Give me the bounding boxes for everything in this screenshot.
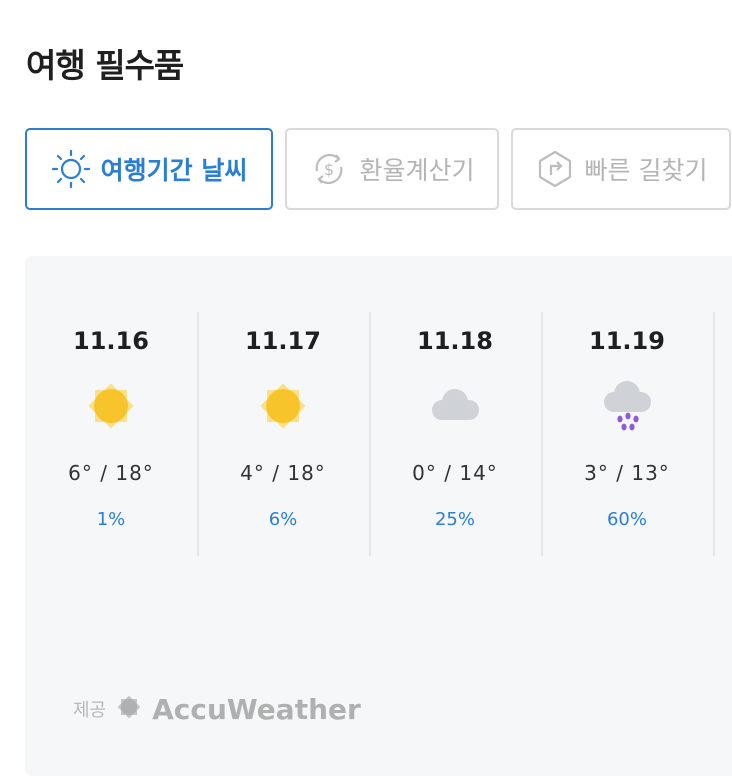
- sunny-icon: [79, 374, 143, 438]
- weather-credit: 제공 AccuWeather: [73, 692, 361, 726]
- svg-text:$: $: [324, 160, 334, 179]
- forecast-rain-chance: 6%: [268, 509, 298, 530]
- tab-label: 빠른 길찾기: [584, 156, 708, 185]
- rain-cloud-icon: [595, 374, 659, 438]
- tab-label: 환율계산기: [359, 156, 475, 185]
- tab-label: 여행기간 날씨: [100, 156, 248, 185]
- weather-panel: 11.16 6° / 18° 1% 11.17 4° / 18° 6% 11.1…: [25, 256, 732, 776]
- page-title: 여행 필수품: [26, 46, 184, 85]
- forecast-date: 11.19: [589, 327, 665, 355]
- currency-exchange-icon: $: [309, 149, 349, 189]
- forecast-day: 11.19 3° / 13° 60%: [541, 312, 715, 556]
- forecast-temp: 4° / 18°: [240, 461, 326, 485]
- credit-brand: AccuWeather: [152, 692, 361, 726]
- forecast-rain-chance: 25%: [434, 509, 475, 530]
- directions-icon: [535, 149, 575, 189]
- forecast-date: 11.16: [73, 327, 149, 355]
- cloudy-icon: [423, 374, 487, 438]
- tab-quick-directions[interactable]: 빠른 길찾기: [511, 128, 731, 210]
- forecast-date: 11.17: [245, 327, 321, 355]
- tab-currency-calculator[interactable]: $ 환율계산기: [285, 128, 499, 210]
- sunny-icon: [251, 374, 315, 438]
- forecast-day: 11.17 4° / 18° 6%: [197, 312, 371, 556]
- forecast-date: 11.18: [417, 327, 493, 355]
- forecast-rain-chance: 1%: [96, 509, 126, 530]
- credit-label: 제공: [73, 700, 107, 721]
- forecast-day: 11.16 6° / 18° 1%: [25, 312, 199, 556]
- forecast-temp: 0° / 14°: [412, 461, 498, 485]
- forecast-temp: 3° / 13°: [584, 461, 670, 485]
- sun-outline-icon: [51, 149, 91, 189]
- forecast-rain-chance: 60%: [606, 509, 647, 530]
- accuweather-logo-icon: [114, 692, 144, 726]
- forecast-day: 11.18 0° / 14° 25%: [369, 312, 543, 556]
- tab-travel-weather[interactable]: 여행기간 날씨: [25, 128, 273, 210]
- forecast-temp: 6° / 18°: [68, 461, 154, 485]
